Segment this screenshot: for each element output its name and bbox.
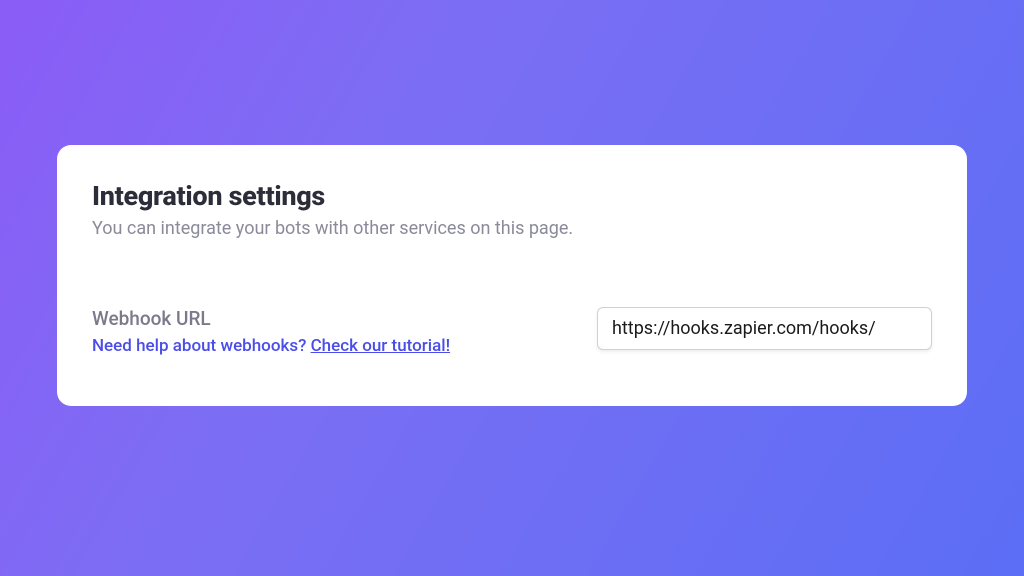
page-subtitle: You can integrate your bots with other s… (92, 218, 932, 239)
webhook-label-column: Webhook URL Need help about webhooks? Ch… (92, 307, 597, 356)
webhook-help-prefix: Need help about webhooks? (92, 336, 311, 356)
webhook-tutorial-link[interactable]: Check our tutorial! (311, 336, 451, 356)
page-title: Integration settings (92, 180, 932, 212)
webhook-label: Webhook URL (92, 307, 597, 330)
settings-card: Integration settings You can integrate y… (57, 145, 967, 406)
webhook-help-text: Need help about webhooks? Check our tuto… (92, 336, 597, 356)
webhook-url-input[interactable] (597, 307, 932, 350)
webhook-input-column (597, 307, 932, 350)
webhook-row: Webhook URL Need help about webhooks? Ch… (92, 307, 932, 356)
